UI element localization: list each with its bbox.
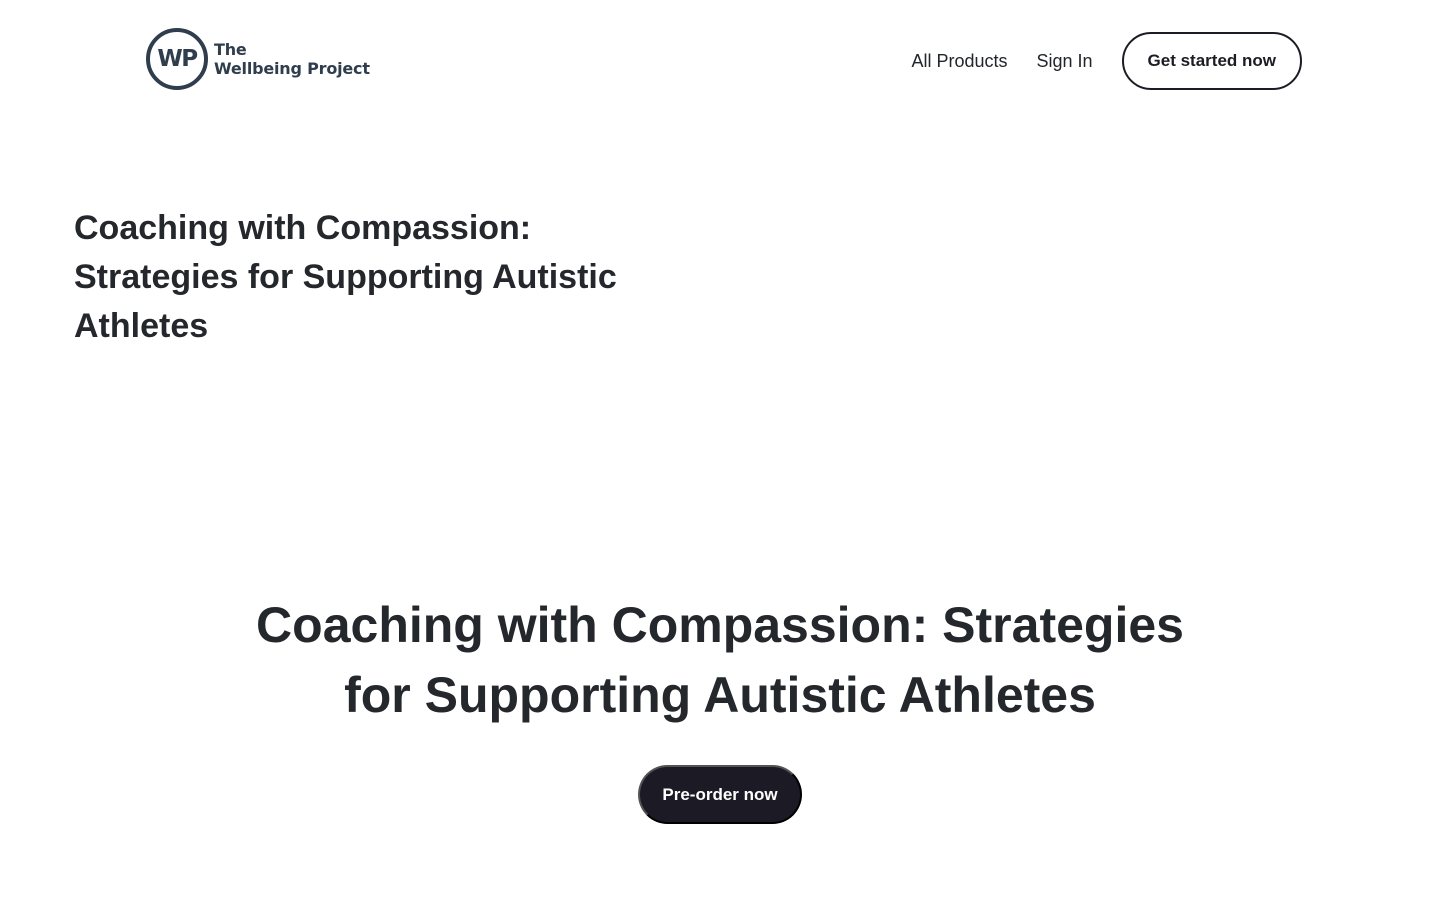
main-nav: All Products Sign In Get started now [911,32,1302,90]
hero-section: Coaching with Compassion: Strategies for… [0,590,1440,730]
logo-line-2: Wellbeing Project [214,59,370,78]
get-started-button[interactable]: Get started now [1121,32,1302,90]
nav-all-products[interactable]: All Products [911,51,1007,72]
preorder-button[interactable]: Pre-order now [638,765,802,824]
site-header: WP The Wellbeing Project All Products Si… [0,0,1440,124]
logo-wp-mark: WP [146,28,208,90]
hero-title: Coaching with Compassion: Strategies for… [256,597,1184,723]
nav-sign-in[interactable]: Sign In [1036,51,1092,72]
logo-line-1: The [214,40,247,59]
page-title-small: Coaching with Compassion: Strategies for… [74,209,617,345]
brand-logo[interactable]: WP The Wellbeing Project [146,26,370,92]
logo-text: The Wellbeing Project [214,40,370,78]
